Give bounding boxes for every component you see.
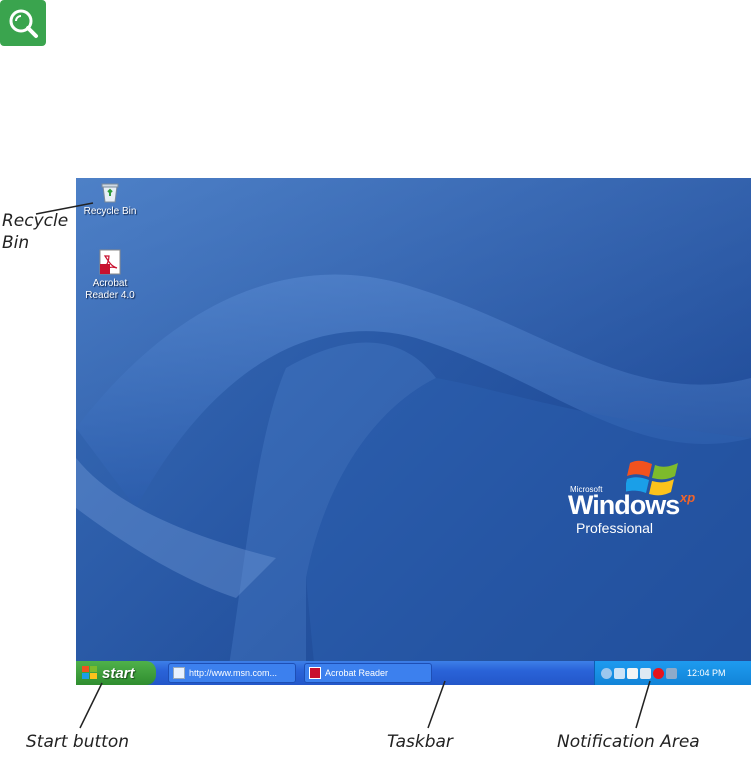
start-button[interactable]: start — [76, 661, 156, 685]
callout-notification-area: Notification Area — [557, 732, 700, 752]
start-label: start — [102, 664, 135, 682]
internet-explorer-icon — [173, 667, 185, 679]
desktop-icon-recycle-bin[interactable]: Recycle Bin — [76, 180, 145, 218]
acrobat-reader-icon — [309, 667, 321, 679]
taskbar-button-label: Acrobat Reader — [325, 668, 389, 678]
logo-windows: Windows — [568, 490, 680, 520]
recycle-bin-icon — [101, 183, 119, 203]
magnifier-icon — [9, 9, 38, 38]
desktop-icon-acrobat-reader[interactable]: Acrobat Reader 4.0 — [76, 248, 145, 302]
taskbar: start http://www.msn.com... Acrobat Read… — [76, 661, 751, 685]
acrobat-reader-icon — [99, 249, 121, 275]
phone-icon[interactable] — [627, 667, 638, 679]
callout-line-taskbar — [427, 680, 446, 729]
logo-edition: Professional — [576, 520, 654, 536]
windows-xp-logo: Microsoft Windows xp Professional — [568, 457, 720, 547]
callout-start-button: Start button — [26, 732, 130, 752]
taskbar-button-label: http://www.msn.com... — [189, 668, 278, 678]
taskbar-button-msn[interactable]: http://www.msn.com... — [168, 663, 296, 683]
desktop-icon-label: Recycle Bin — [83, 206, 137, 217]
desktop-wallpaper — [76, 178, 751, 685]
callout-recycle-bin: Recycle Bin — [2, 211, 69, 253]
messenger-icon[interactable] — [666, 667, 677, 679]
notification-area: 12:04 PM — [594, 661, 751, 685]
network-icon[interactable] — [601, 667, 612, 679]
volume-icon[interactable] — [640, 667, 651, 679]
callout-line-notification — [635, 680, 651, 729]
windows-flag-icon — [82, 666, 97, 679]
callout-taskbar: Taskbar — [387, 732, 453, 752]
logo-xp: xp — [680, 490, 696, 505]
magnifier-badge — [0, 0, 46, 46]
desktop-icon-label: Acrobat Reader 4.0 — [85, 278, 135, 301]
tray-app-icon[interactable] — [614, 667, 625, 679]
callout-line-start — [79, 682, 103, 729]
desktop: Recycle Bin Acrobat Reader 4.0 Microsoft… — [76, 178, 751, 685]
record-icon[interactable] — [653, 667, 664, 679]
tray-clock[interactable]: 12:04 PM — [687, 668, 726, 678]
taskbar-button-acrobat[interactable]: Acrobat Reader — [304, 663, 432, 683]
